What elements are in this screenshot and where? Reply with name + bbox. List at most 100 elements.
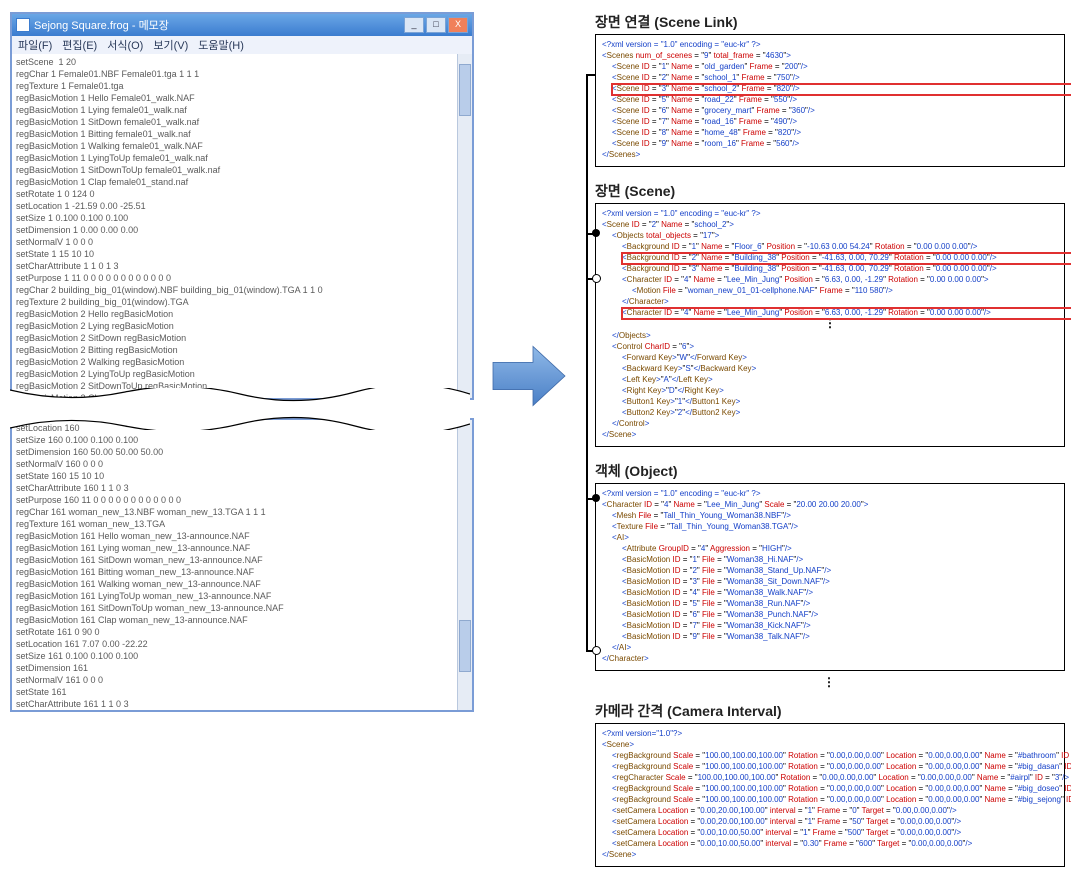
notepad-window-bottom: setLocation 160setSize 160 0.100 0.100 0… xyxy=(10,418,474,712)
text-line: setState 160 15 10 10 xyxy=(16,470,454,482)
xml-line: </Character> xyxy=(602,653,1058,664)
text-line: regBasicMotion 161 Walking woman_new_13-… xyxy=(16,578,454,590)
xml-line: <Character ID = "4" Name = "Lee_Min_Jung… xyxy=(622,274,1058,285)
text-line: setNormalV 1 0 0 0 xyxy=(16,236,454,248)
text-line: regBasicMotion 2 LyingToUp regBasicMotio… xyxy=(16,368,454,380)
text-line: regBasicMotion 161 Hello woman_new_13-an… xyxy=(16,530,454,542)
notepad-text-area-top[interactable]: setScene 1 20regChar 1 Female01.NBF Fema… xyxy=(12,54,458,398)
minimize-button[interactable]: _ xyxy=(404,17,424,33)
text-line: regChar 1 Female01.NBF Female01.tga 1 1 … xyxy=(16,68,454,80)
xml-line: <Background ID = "1" Name = "Floor_6" Po… xyxy=(622,241,1058,252)
text-line: regBasicMotion 161 Clap woman_new_13-ann… xyxy=(16,614,454,626)
menu-format[interactable]: 서식(O) xyxy=(107,37,143,53)
panel-object: <?xml version = "1.0" encoding = "euc-kr… xyxy=(595,483,1065,671)
text-line: setPurpose 1 11 0 0 0 0 0 0 0 0 0 0 0 0 xyxy=(16,272,454,284)
xml-line: <setCamera Location = "0.00,10.00,50.00"… xyxy=(612,838,1058,849)
titlebar: Sejong Square.frog - 메모장 _ □ X xyxy=(12,14,472,36)
text-line: regBasicMotion 161 Lying woman_new_13-an… xyxy=(16,542,454,554)
xml-line: <Backward Key>"S"</Backward Key> xyxy=(622,363,1058,374)
xml-line: </Character> xyxy=(622,296,1058,307)
xml-line: <BasicMotion ID = "2" File = "Woman38_St… xyxy=(622,565,1058,576)
text-line: setDimension 1 0.00 0.00 0.00 xyxy=(16,224,454,236)
xml-line: <Forward Key>"W"</Forward Key> xyxy=(622,352,1058,363)
xml-line: <Scene ID = "1" Name = "old_garden" Fram… xyxy=(612,61,1058,72)
arrow-icon xyxy=(488,340,570,412)
xml-line: <Attribute GroupID = "4" Aggression = "H… xyxy=(622,543,1058,554)
menu-help[interactable]: 도움말(H) xyxy=(198,37,244,53)
section-title-object: 객체 (Object) xyxy=(595,461,1065,481)
xml-line: <Character ID = "4" Name = "Lee_Min_Jung… xyxy=(622,307,1058,318)
xml-line: <setCamera Location = "0.00,20.00,100.00… xyxy=(612,816,1058,827)
xml-line: </Scenes> xyxy=(602,149,1058,160)
scroll-thumb[interactable] xyxy=(459,64,471,116)
text-line: regBasicMotion 161 LyingToUp woman_new_1… xyxy=(16,590,454,602)
xml-line: <Mesh File = "Tall_Thin_Young_Woman38.NB… xyxy=(612,510,1058,521)
window-title: Sejong Square.frog - 메모장 xyxy=(34,17,169,33)
text-line: regChar 161 woman_new_13.NBF woman_new_1… xyxy=(16,506,454,518)
text-line: setNormalV 160 0 0 0 xyxy=(16,458,454,470)
scrollbar[interactable] xyxy=(457,54,472,398)
xml-line: <?xml version = "1.0" encoding = "euc-kr… xyxy=(602,488,1058,499)
scroll-thumb[interactable] xyxy=(459,620,471,672)
text-line: regBasicMotion 1 Bitting female01_walk.n… xyxy=(16,128,454,140)
connector-bullet xyxy=(592,229,600,237)
xml-line: <Scenes num_of_scenes = "9" total_frame … xyxy=(602,50,1058,61)
notepad-icon xyxy=(16,18,30,32)
xml-line: <Scene ID = "9" Name = "room_16" Frame =… xyxy=(612,138,1058,149)
text-line: setCharAttribute 160 1 1 0 3 xyxy=(16,482,454,494)
xml-line: <Button2 Key>"2"</Button2 Key> xyxy=(622,407,1058,418)
xml-line: <BasicMotion ID = "9" File = "Woman38_Ta… xyxy=(622,631,1058,642)
text-line: regBasicMotion 2 Bitting regBasicMotion xyxy=(16,344,454,356)
xml-line: <BasicMotion ID = "4" File = "Woman38_Wa… xyxy=(622,587,1058,598)
menu-file[interactable]: 파일(F) xyxy=(18,37,52,53)
text-line: setDimension 160 50.00 50.00 50.00 xyxy=(16,446,454,458)
notepad-window-top: Sejong Square.frog - 메모장 _ □ X 파일(F) 편집(… xyxy=(10,12,474,400)
menu-edit[interactable]: 편집(E) xyxy=(62,37,97,53)
scrollbar[interactable] xyxy=(457,420,472,710)
text-line: regTexture 161 woman_new_13.TGA xyxy=(16,518,454,530)
menu-view[interactable]: 보기(V) xyxy=(153,37,188,53)
text-line: regBasicMotion 1 Clap female01_stand.naf xyxy=(16,176,454,188)
maximize-button[interactable]: □ xyxy=(426,17,446,33)
xml-line: <BasicMotion ID = "3" File = "Woman38_Si… xyxy=(622,576,1058,587)
xml-line: <Right Key>"D"</Right Key> xyxy=(622,385,1058,396)
text-line: setPurpose 160 11 0 0 0 0 0 0 0 0 0 0 0 … xyxy=(16,494,454,506)
xml-line: <Scene ID = "6" Name = "grocery_mart" Fr… xyxy=(612,105,1058,116)
close-button[interactable]: X xyxy=(448,17,468,33)
xml-line: <?xml version="1.0"?> xyxy=(602,728,1058,739)
xml-line: </Control> xyxy=(612,418,1058,429)
text-line: regBasicMotion 1 Lying female01_walk.naf xyxy=(16,104,454,116)
xml-line: <Motion File = "woman_new_01_01-cellphon… xyxy=(632,285,1058,296)
notepad-text-area-bottom[interactable]: setLocation 160setSize 160 0.100 0.100 0… xyxy=(12,420,458,710)
xml-line: <Scene ID = "3" Name = "school_2" Frame … xyxy=(612,83,1058,94)
text-line: setScene 1 20 xyxy=(16,56,454,68)
text-line: setSize 161 0.100 0.100 0.100 xyxy=(16,650,454,662)
section-title-scene-link: 장면 연결 (Scene Link) xyxy=(595,12,1065,32)
text-line: setLocation 161 7.07 0.00 -22.22 xyxy=(16,638,454,650)
text-line: regBasicMotion 1 SitDownToUp female01_wa… xyxy=(16,164,454,176)
menubar: 파일(F) 편집(E) 서식(O) 보기(V) 도움말(H) xyxy=(12,36,472,55)
connector-bullet xyxy=(592,274,601,283)
xml-line: <Scene ID = "8" Name = "home_48" Frame =… xyxy=(612,127,1058,138)
xml-line: <Scene ID = "2" Name = "school_1" Frame … xyxy=(612,72,1058,83)
text-line: regBasicMotion 2 Walking regBasicMotion xyxy=(16,356,454,368)
text-line: setRotate 1 0 124 0 xyxy=(16,188,454,200)
xml-line: <Background ID = "2" Name = "Building_38… xyxy=(622,252,1058,263)
text-line: regBasicMotion 1 Hello Female01_walk.NAF xyxy=(16,92,454,104)
xml-line: <BasicMotion ID = "7" File = "Woman38_Ki… xyxy=(622,620,1058,631)
text-line: regBasicMotion 2 SitDownToUp regBasicMot… xyxy=(16,380,454,392)
xml-line: </Scene> xyxy=(602,429,1058,440)
panel-scene-link: <?xml version = "1.0" encoding = "euc-kr… xyxy=(595,34,1065,167)
text-line: regBasicMotion 2 Lying regBasicMotion xyxy=(16,320,454,332)
text-line: regTexture 1 Female01.tga xyxy=(16,80,454,92)
text-line: setRotate 161 0 90 0 xyxy=(16,626,454,638)
xml-line: <regCharacter Scale = "100.00,100.00,100… xyxy=(612,772,1058,783)
xml-line: <Texture File = "Tall_Thin_Young_Woman38… xyxy=(612,521,1058,532)
text-line: regBasicMotion 161 SitDownToUp woman_new… xyxy=(16,602,454,614)
text-line: setState 1 15 10 10 xyxy=(16,248,454,260)
xml-line: ⋮ xyxy=(602,318,1058,330)
text-line: setLocation 1 -21.59 0.00 -25.51 xyxy=(16,200,454,212)
text-line: regBasicMotion 1 LyingToUp female01_walk… xyxy=(16,152,454,164)
xml-line: <setCamera Location = "0.00,10.00,50.00"… xyxy=(612,827,1058,838)
xml-line: <Left Key>"A"</Left Key> xyxy=(622,374,1058,385)
